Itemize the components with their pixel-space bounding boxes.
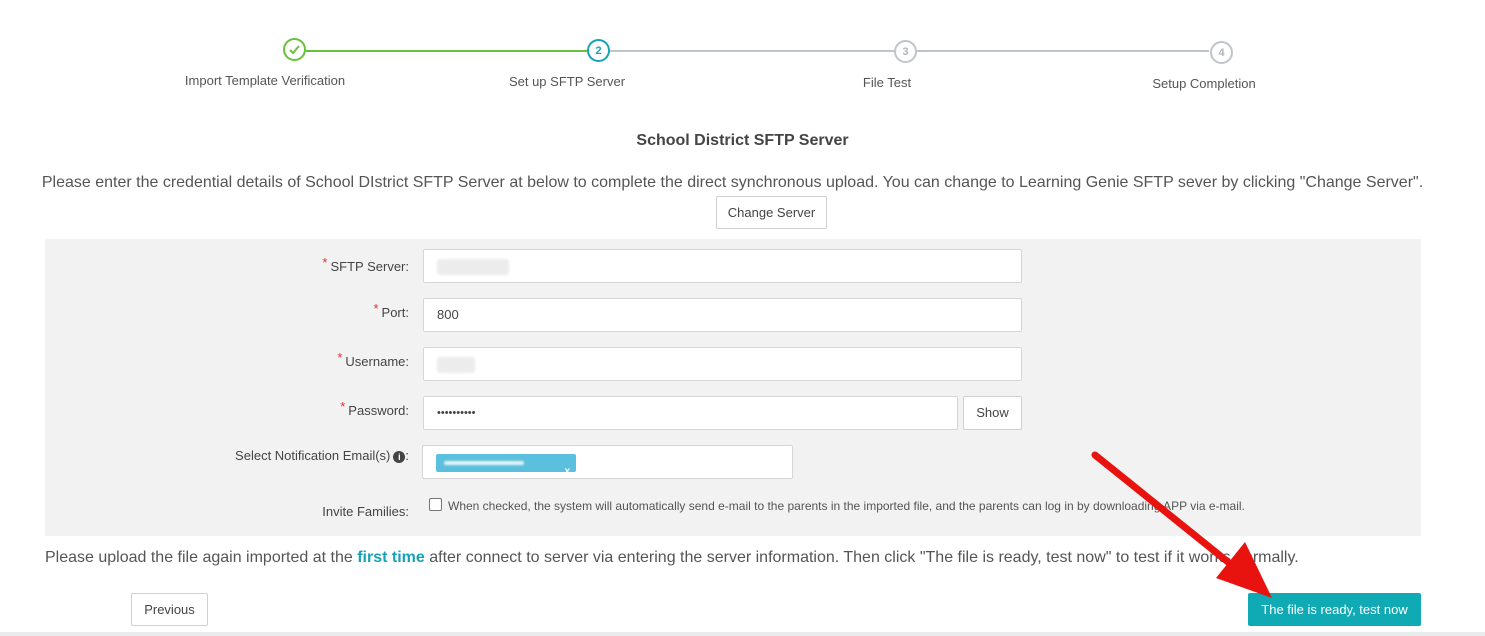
page-description: Please enter the credential details of S… (41, 174, 1424, 191)
sftp-server-label: * SFTP Server: (322, 255, 409, 274)
previous-button[interactable]: Previous (131, 593, 208, 626)
redacted-email (444, 461, 524, 465)
required-marker: * (340, 399, 346, 414)
info-icon[interactable]: i (393, 450, 406, 463)
step-1-label: Import Template Verification (184, 73, 346, 88)
step-4-indicator: 4 (1210, 41, 1233, 64)
step-2-indicator: 2 (587, 39, 610, 62)
redacted-value (437, 258, 509, 275)
notification-email-label: Select Notification Email(s) i: (235, 448, 409, 463)
step-3-label: File Test (862, 75, 912, 90)
port-input[interactable]: 800 (423, 298, 1022, 332)
invite-families-description: When checked, the system will automatica… (448, 499, 1245, 513)
email-tag: x (436, 454, 576, 477)
required-marker: * (337, 350, 343, 365)
remove-tag-icon[interactable]: x (564, 456, 570, 488)
step-3-indicator: 3 (894, 40, 917, 63)
password-input[interactable]: •••••••••• (423, 396, 958, 430)
required-marker: * (373, 301, 379, 316)
password-label: * Password: (340, 399, 409, 418)
step-2-label: Set up SFTP Server (508, 74, 626, 89)
upload-instruction: Please upload the file again imported at… (45, 549, 1299, 566)
step-connector-1 (306, 50, 587, 52)
bottom-divider (0, 632, 1485, 636)
username-label: * Username: (337, 350, 409, 369)
step-connector-3 (917, 50, 1209, 52)
test-now-button[interactable]: The file is ready, test now (1248, 593, 1421, 626)
step-connector-2 (610, 50, 894, 52)
redacted-value (437, 356, 475, 373)
username-input[interactable] (423, 347, 1022, 381)
page-title: School District SFTP Server (636, 132, 849, 149)
invite-families-label: Invite Families: (322, 504, 409, 519)
step-4-label: Setup Completion (1152, 76, 1256, 91)
step-1-check-icon (283, 38, 306, 61)
sftp-server-input[interactable] (423, 249, 1022, 283)
sftp-form: * SFTP Server: * Port: 800 * Username: * Pas… (45, 239, 1421, 536)
change-server-button[interactable]: Change Server (716, 196, 827, 229)
required-marker: * (322, 255, 328, 270)
show-password-button[interactable]: Show (963, 396, 1022, 430)
first-time-highlight: first time (357, 549, 425, 566)
progress-stepper: 2 3 4 Import Template Verification Set u… (0, 0, 1485, 110)
notification-email-select[interactable]: x (422, 445, 793, 479)
port-label: * Port: (373, 301, 409, 320)
invite-families-checkbox[interactable] (429, 498, 442, 511)
